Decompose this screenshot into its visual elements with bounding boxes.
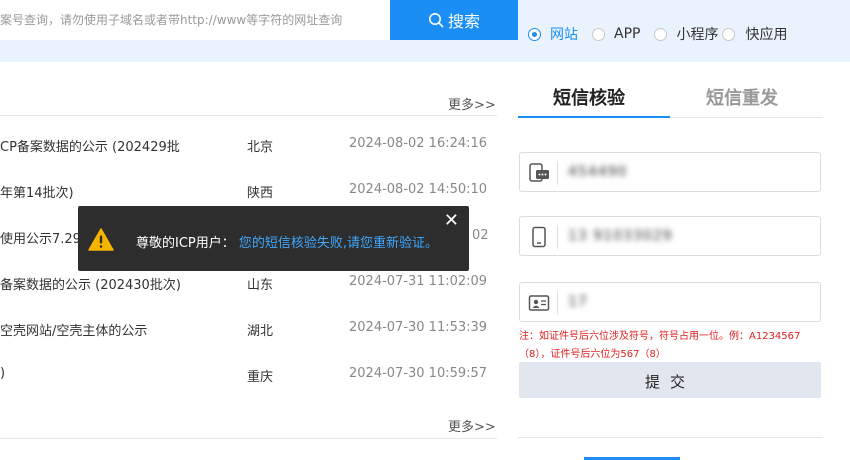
list-item-title: ) — [0, 366, 6, 381]
list-item-title: 空壳网站/空壳主体的公示 — [0, 324, 148, 339]
radio-app[interactable]: APP — [592, 26, 640, 42]
sms-code-field[interactable]: 454490 — [519, 152, 821, 192]
list-item-date: 2024-07-30 10:59:57 — [349, 366, 488, 381]
search-icon — [428, 13, 444, 28]
radio-label: APP — [614, 26, 641, 42]
divider — [0, 438, 497, 439]
list-item-date: 2024-07-30 11:53:39 — [349, 320, 488, 335]
list-item-title: 备案数据的公示 (202430批次) — [0, 278, 181, 293]
list-item[interactable]: 空壳网站/空壳主体的公示 湖北 2024-07-30 11:53:39 — [0, 320, 497, 340]
close-icon[interactable]: ✕ — [444, 210, 459, 231]
verify-tabs: 短信核验 短信重发 — [518, 84, 823, 118]
toast-message: 尊敬的ICP用户： 您的短信核验失败,请您重新验证。 — [136, 232, 438, 251]
id-number-note: 注：如证件号后六位涉及符号，符号占用一位。例：A1234567（8），证件号后六… — [519, 331, 801, 360]
radio-dot — [592, 27, 605, 41]
toast-highlight: 您的短信核验失败,请您重新验证。 — [238, 236, 439, 251]
list-item-date: 2024-07-31 11:02:09 — [349, 274, 488, 289]
list-item-province: 北京 — [247, 140, 274, 155]
submit-button[interactable]: 提交 — [519, 362, 821, 398]
list-item[interactable]: 备案数据的公示 (202430批次) 山东 2024-07-31 11:02:0… — [0, 274, 497, 294]
radio-mini-program[interactable]: 小程序 — [654, 24, 718, 44]
tab-sms-resend[interactable]: 短信重发 — [706, 84, 778, 110]
search-button-label: 搜索 — [447, 12, 480, 31]
list-item-province: 湖北 — [247, 324, 274, 339]
search-input[interactable] — [0, 0, 390, 40]
search-type-group: 网站 APP 小程序 快应用 — [528, 24, 787, 44]
divider — [0, 115, 497, 116]
field-separator — [557, 161, 558, 185]
sms-code-value: 454490 — [568, 164, 628, 180]
divider — [518, 437, 823, 438]
id-card-icon — [528, 295, 550, 311]
list-item[interactable]: 年第14批次) 陕西 2024-08-02 14:50:10 — [0, 182, 497, 202]
phone-icon — [532, 226, 546, 248]
radio-quick-app[interactable]: 快应用 — [722, 24, 787, 44]
list-item[interactable]: CP备案数据的公示 (202429批 北京 2024-08-02 16:24:1… — [0, 136, 497, 156]
list-item-province: 山东 — [247, 278, 274, 293]
id-number-field[interactable]: 17 — [519, 282, 821, 322]
list-item[interactable]: ) 重庆 2024-07-30 10:59:57 — [0, 366, 497, 386]
radio-label: 快应用 — [745, 27, 788, 43]
radio-label: 网站 — [550, 27, 578, 43]
active-tab-indicator — [518, 116, 670, 118]
radio-label: 小程序 — [676, 27, 719, 43]
list-item-province: 陕西 — [247, 186, 274, 201]
radio-dot — [722, 27, 736, 41]
list-item-date: 2024-08-02 16:24:16 — [349, 136, 488, 151]
more-link[interactable]: 更多>> — [448, 94, 496, 113]
search-button[interactable]: 搜索 — [390, 0, 518, 40]
phone-value: 13 91033029 — [568, 228, 673, 244]
radio-website[interactable]: 网站 — [528, 24, 578, 44]
list-item-title: CP备案数据的公示 (202429批 — [0, 140, 180, 155]
list-item-date: 02 — [472, 228, 489, 243]
warning-icon — [88, 228, 114, 251]
toast-prefix: 尊敬的ICP用户： — [136, 236, 235, 251]
field-separator — [557, 225, 558, 249]
field-separator — [557, 291, 558, 315]
list-item-title: 使用公示7.29 — [0, 232, 81, 247]
tab-sms-verify[interactable]: 短信核验 — [553, 84, 625, 110]
radio-dot — [654, 27, 668, 41]
phone-field[interactable]: 13 91033029 — [519, 216, 821, 256]
id-number-value: 17 — [568, 294, 588, 310]
list-item-title: 年第14批次) — [0, 186, 74, 201]
sms-icon — [529, 163, 549, 182]
more-link[interactable]: 更多>> — [448, 416, 496, 435]
list-item-province: 重庆 — [247, 370, 274, 385]
list-item-date: 2024-08-02 14:50:10 — [349, 182, 488, 197]
error-toast: 尊敬的ICP用户： 您的短信核验失败,请您重新验证。 ✕ — [78, 206, 469, 271]
radio-dot — [528, 27, 541, 41]
